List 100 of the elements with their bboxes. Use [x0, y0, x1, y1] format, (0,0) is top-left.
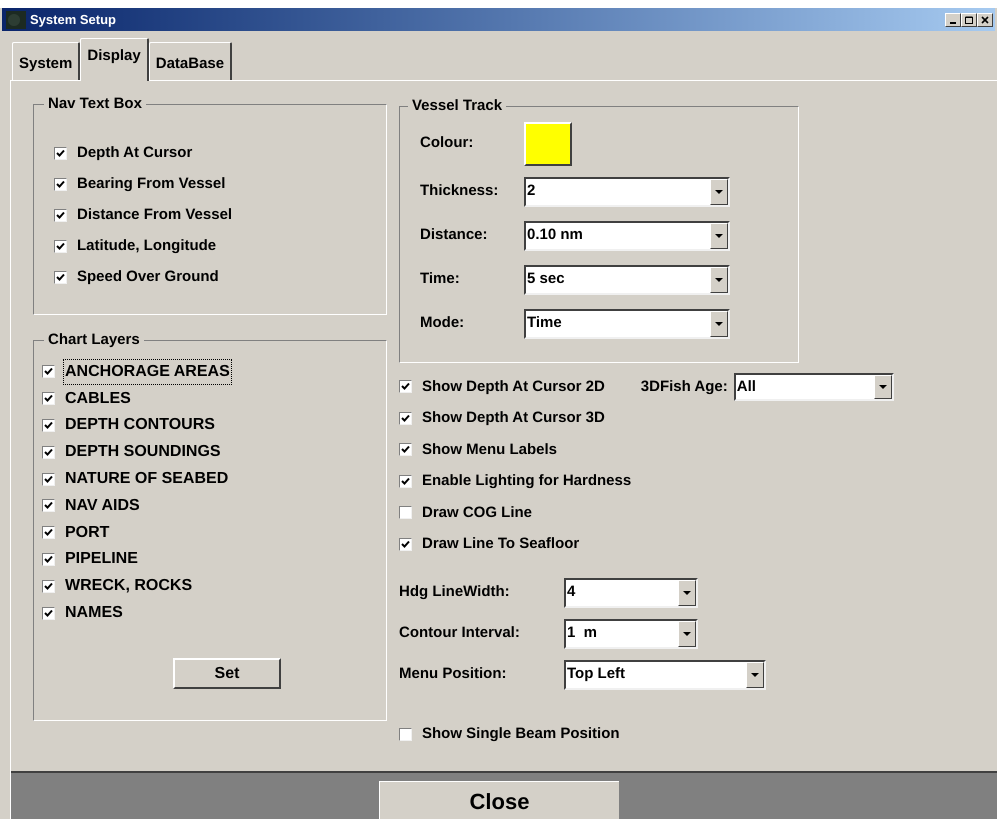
close-button[interactable] — [977, 12, 993, 26]
check-icon — [44, 528, 53, 538]
dropdown-arrow-button[interactable] — [710, 178, 728, 204]
dropdown-value: 1 m — [566, 623, 598, 644]
dropdown-value: 4 — [566, 582, 576, 602]
dropdown-value: All — [736, 376, 757, 396]
checkbox[interactable] — [399, 380, 412, 394]
tab[interactable]: Display — [80, 38, 149, 81]
dropdown-arrow-button[interactable] — [874, 374, 892, 399]
dropdown[interactable]: 0.10 nm — [524, 220, 730, 250]
field-label: Colour: — [420, 133, 474, 154]
check-icon — [56, 210, 65, 220]
field-label: Hdg LineWidth: — [399, 582, 511, 602]
group-title: Vessel Track — [411, 96, 504, 116]
checkbox-label: NAV AIDS — [64, 496, 141, 516]
field-label: Distance: — [420, 225, 489, 246]
dropdown-arrow-button[interactable] — [710, 266, 728, 292]
dropdown[interactable]: 1 m — [564, 618, 698, 648]
checkbox-label: Enable Lighting for Hardness — [421, 471, 632, 491]
check-icon — [401, 382, 410, 392]
dropdown[interactable]: Time — [524, 308, 730, 338]
checkbox-label: Depth At Cursor — [76, 142, 194, 163]
field-label: Mode: — [420, 313, 466, 334]
dropdown[interactable]: All — [734, 372, 894, 401]
tab[interactable]: DataBase — [148, 42, 232, 80]
dropdown-arrow-button[interactable] — [710, 310, 728, 336]
dropdown-value: Top Left — [566, 664, 626, 684]
dropdown-value: 0.10 nm — [526, 225, 584, 246]
checkbox[interactable] — [42, 552, 55, 566]
caret-icon — [683, 590, 691, 594]
maximize-icon — [965, 16, 973, 24]
dropdown[interactable]: 4 — [564, 578, 698, 608]
checkbox[interactable] — [54, 178, 67, 190]
dropdown-value: 5 sec — [526, 269, 566, 290]
field-label: Contour Interval: — [399, 623, 521, 644]
group-title: Chart Layers — [47, 330, 141, 350]
check-icon — [401, 445, 410, 454]
checkbox[interactable] — [399, 728, 412, 740]
dropdown-arrow-button[interactable] — [678, 620, 696, 646]
checkbox[interactable] — [42, 446, 55, 459]
checkbox[interactable] — [42, 606, 55, 620]
checkbox[interactable] — [54, 208, 67, 222]
checkbox[interactable] — [42, 365, 55, 378]
checkbox-label: DEPTH SOUNDINGS — [64, 442, 222, 462]
checkbox-label: Latitude, Longitude — [76, 236, 218, 256]
checkbox[interactable] — [42, 472, 55, 486]
checkbox[interactable] — [399, 474, 412, 488]
tab[interactable]: System — [12, 42, 80, 80]
checkbox-label: PIPELINE — [64, 549, 139, 570]
checkbox[interactable] — [54, 240, 67, 252]
checkbox[interactable] — [42, 418, 55, 432]
checkbox-label: DEPTH CONTOURS — [64, 415, 216, 436]
set-button[interactable]: Set — [173, 658, 281, 690]
checkbox[interactable] — [42, 526, 55, 540]
dropdown-arrow-button[interactable] — [746, 662, 764, 688]
check-icon — [44, 582, 53, 591]
dropdown[interactable]: 2 — [524, 176, 730, 206]
checkbox[interactable] — [42, 580, 55, 593]
checkbox-label: PORT — [64, 522, 110, 543]
checkbox-label: Show Single Beam Position — [421, 724, 621, 744]
dropdown-arrow-button[interactable] — [710, 222, 728, 248]
check-icon — [44, 608, 53, 618]
minimize-button[interactable] — [945, 12, 961, 26]
caret-icon — [683, 632, 691, 636]
caret-icon — [715, 190, 723, 194]
checkbox[interactable] — [399, 412, 412, 425]
dropdown-value: 2 — [526, 181, 536, 202]
dropdown[interactable]: 5 sec — [524, 264, 730, 294]
dropdown-arrow-button[interactable] — [678, 580, 696, 606]
checkbox-label: Show Menu Labels — [421, 440, 558, 460]
caret-icon — [715, 234, 723, 238]
check-icon — [56, 148, 65, 158]
field-label: 3DFish Age: — [640, 376, 728, 396]
checkbox-label: ANCHORAGE AREAS — [63, 358, 232, 385]
minimize-icon — [950, 22, 956, 24]
checkbox[interactable] — [399, 538, 412, 551]
checkbox[interactable] — [42, 392, 55, 406]
checkbox-label: Show Depth At Cursor 2D — [421, 376, 606, 396]
check-icon — [44, 367, 53, 376]
field-label: Thickness: — [420, 181, 500, 202]
checkbox-label: Speed Over Ground — [76, 266, 220, 287]
maximize-button[interactable] — [961, 12, 977, 26]
checkbox[interactable] — [54, 146, 67, 160]
checkbox[interactable] — [42, 499, 55, 512]
check-icon — [44, 394, 53, 404]
checkbox[interactable] — [54, 270, 67, 284]
check-icon — [401, 414, 410, 423]
checkbox[interactable] — [399, 506, 412, 520]
checkbox-label: CABLES — [64, 388, 132, 409]
check-icon — [401, 476, 410, 486]
close-button[interactable]: Close — [379, 781, 619, 819]
check-icon — [56, 272, 65, 282]
group-title: Nav Text Box — [47, 94, 143, 114]
caret-icon — [715, 322, 723, 326]
field-label: Time: — [420, 269, 461, 290]
checkbox[interactable] — [399, 443, 412, 456]
dropdown[interactable]: Top Left — [564, 660, 766, 690]
checkbox-label: Show Depth At Cursor 3D — [421, 408, 606, 428]
caret-icon — [878, 384, 887, 389]
colour-swatch-button[interactable] — [524, 122, 572, 166]
